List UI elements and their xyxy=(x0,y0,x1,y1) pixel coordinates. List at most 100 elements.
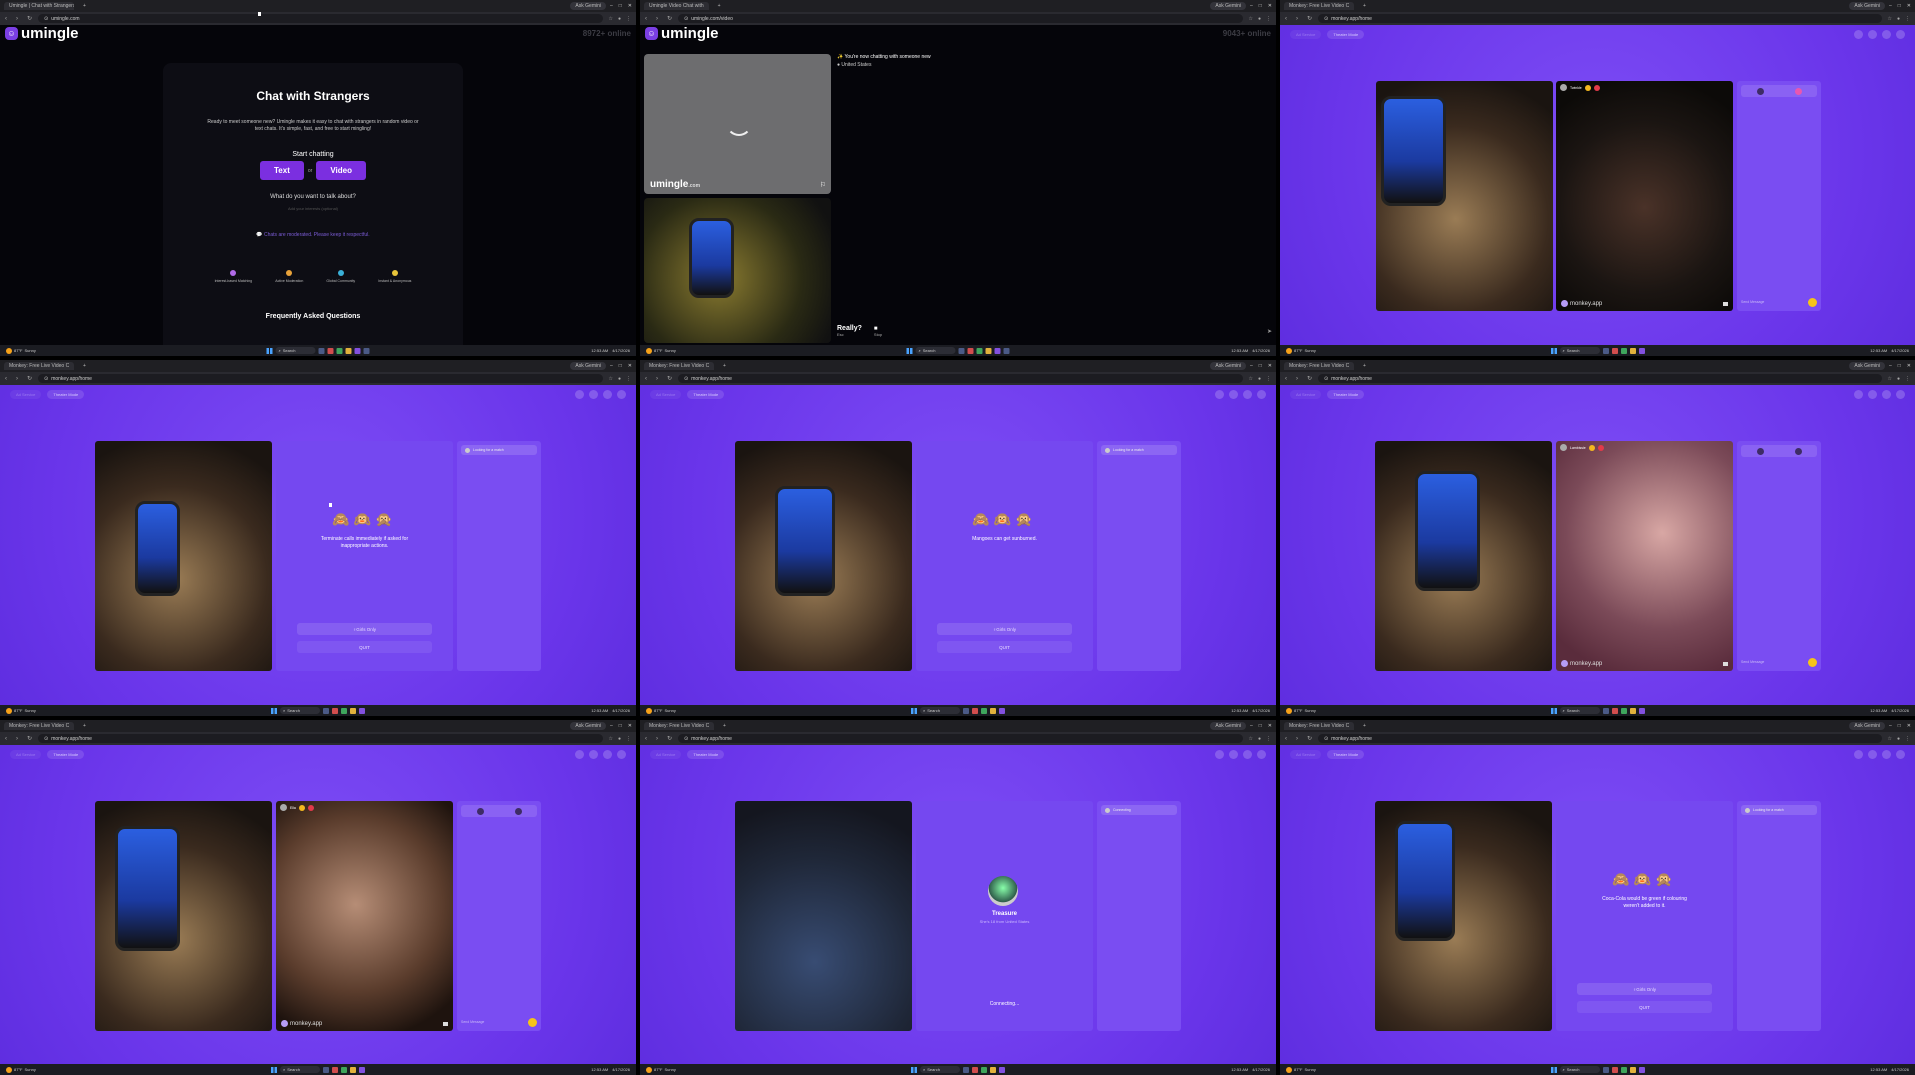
avatar[interactable] xyxy=(617,749,626,759)
app-icon[interactable] xyxy=(972,1066,978,1073)
tray-time[interactable]: 12:53 AM xyxy=(1870,708,1887,713)
avatar[interactable] xyxy=(1794,447,1802,455)
message-input[interactable]: Send Message xyxy=(461,1017,537,1027)
avatar[interactable] xyxy=(1896,749,1905,759)
app-icon[interactable] xyxy=(963,1066,969,1073)
weather-widget[interactable]: 87°F Sunny xyxy=(6,347,36,354)
taskbar-search[interactable]: ⌕ Search xyxy=(280,707,320,714)
back-icon[interactable]: ‹ xyxy=(5,16,11,22)
window-controls[interactable]: – □ ✕ xyxy=(610,723,632,729)
minimize-icon[interactable]: – xyxy=(1250,363,1253,369)
address-bar[interactable]: ⊙ monkey.app/home xyxy=(1318,14,1883,23)
app-icon[interactable] xyxy=(963,707,969,714)
report-flag-icon[interactable]: ⚐ xyxy=(820,181,826,189)
site-info-icon[interactable]: ⊙ xyxy=(684,16,688,22)
tray-date[interactable]: 4/17/2026 xyxy=(1252,708,1270,713)
weather-widget[interactable]: 87°F Sunny xyxy=(1286,1066,1316,1073)
address-bar[interactable]: ⊙ monkey.app/home xyxy=(38,734,604,743)
close-icon[interactable]: ✕ xyxy=(628,3,632,9)
ask-gemini-button[interactable]: Ask Gemini xyxy=(570,362,606,370)
theater-mode-button[interactable]: Theater Mode xyxy=(1327,29,1365,39)
menu-icon[interactable]: ⋮ xyxy=(1905,376,1910,382)
app-icon[interactable] xyxy=(1629,347,1636,354)
taskbar-search[interactable]: ⌕ Search xyxy=(275,347,316,354)
profile-icon[interactable]: ● xyxy=(1258,16,1261,22)
taskbar-search[interactable]: ⌕ Search xyxy=(920,707,960,714)
tray-time[interactable]: 12:53 AM xyxy=(1870,1067,1887,1072)
coin-icon[interactable] xyxy=(1854,389,1863,399)
forward-icon[interactable]: › xyxy=(656,736,662,742)
ask-gemini-button[interactable]: Ask Gemini xyxy=(1210,2,1246,10)
umingle-logo-text[interactable]: umingle xyxy=(21,25,79,42)
close-icon[interactable]: ✕ xyxy=(1268,723,1272,729)
app-icon[interactable] xyxy=(350,707,356,714)
reload-icon[interactable]: ↻ xyxy=(667,735,673,742)
profile-icon[interactable]: ● xyxy=(1897,376,1900,382)
windows-start-icon[interactable] xyxy=(906,347,913,354)
app-icon[interactable] xyxy=(1611,347,1618,354)
new-tab-icon[interactable]: + xyxy=(1358,362,1368,370)
tray-time[interactable]: 12:53 AM xyxy=(1231,1067,1248,1072)
app-icon[interactable] xyxy=(363,347,370,354)
ad-service-pill[interactable]: Ad Service xyxy=(10,389,42,399)
forward-icon[interactable]: › xyxy=(16,376,22,382)
minimize-icon[interactable]: – xyxy=(1889,3,1892,9)
weather-widget[interactable]: 87°F Sunny xyxy=(6,1066,36,1073)
bell-icon[interactable] xyxy=(589,749,598,759)
maximize-icon[interactable]: □ xyxy=(619,363,622,369)
menu-icon[interactable]: ⋮ xyxy=(1266,736,1271,742)
emoji-icon[interactable] xyxy=(528,1017,537,1027)
menu-icon[interactable]: ⋮ xyxy=(1266,376,1271,382)
window-controls[interactable]: – □ ✕ xyxy=(1889,3,1911,9)
coin-icon[interactable] xyxy=(575,389,584,399)
window-controls[interactable]: – □ ✕ xyxy=(1250,363,1272,369)
app-icon[interactable] xyxy=(323,1066,329,1073)
theater-mode-button[interactable]: Theater Mode xyxy=(687,749,725,759)
back-icon[interactable]: ‹ xyxy=(645,376,651,382)
back-icon[interactable]: ‹ xyxy=(645,736,651,742)
maximize-icon[interactable]: □ xyxy=(1259,363,1262,369)
minimize-icon[interactable]: – xyxy=(610,723,613,729)
new-tab-icon[interactable]: + xyxy=(1358,722,1368,730)
tray-time[interactable]: 12:53 AM xyxy=(1231,708,1248,713)
bell-icon[interactable] xyxy=(589,389,598,399)
windows-start-icon[interactable] xyxy=(266,347,273,354)
star-icon[interactable]: ☆ xyxy=(608,376,612,382)
site-info-icon[interactable]: ⊙ xyxy=(44,376,48,382)
app-icon[interactable] xyxy=(972,707,978,714)
theater-mode-button[interactable]: Theater Mode xyxy=(1327,749,1365,759)
peer-avatar[interactable] xyxy=(1560,84,1567,91)
tray-date[interactable]: 4/17/2026 xyxy=(612,1067,630,1072)
tray-time[interactable]: 12:53 AM xyxy=(591,348,608,353)
site-info-icon[interactable]: ⊙ xyxy=(44,736,48,742)
reload-icon[interactable]: ↻ xyxy=(667,15,673,22)
maximize-icon[interactable]: □ xyxy=(1259,723,1262,729)
chat-icon[interactable] xyxy=(603,389,612,399)
reload-icon[interactable]: ↻ xyxy=(667,375,673,382)
taskbar-search[interactable]: ⌕ Search xyxy=(915,347,956,354)
ask-gemini-button[interactable]: Ask Gemini xyxy=(1849,362,1885,370)
quit-button[interactable]: QUIT xyxy=(1577,1001,1712,1013)
weather-widget[interactable]: 87°F Sunny xyxy=(646,347,676,354)
browser-tab[interactable]: Monkey: Free Live Video C xyxy=(1284,362,1354,370)
browser-tab[interactable]: Monkey: Free Live Video C xyxy=(4,362,74,370)
menu-icon[interactable]: ⋮ xyxy=(1905,16,1910,22)
tray-time[interactable]: 12:53 AM xyxy=(591,708,608,713)
message-input[interactable]: Send Message xyxy=(1741,657,1817,667)
ad-service-pill[interactable]: Ad Service xyxy=(10,749,42,759)
report-icon[interactable] xyxy=(1723,662,1728,666)
girls-only-button[interactable]: ♀ Girls Only xyxy=(297,623,432,635)
app-icon[interactable] xyxy=(990,707,996,714)
app-icon[interactable] xyxy=(327,347,334,354)
address-bar[interactable]: ⊙ monkey.app/home xyxy=(1318,734,1883,743)
bell-icon[interactable] xyxy=(1868,29,1877,39)
app-icon[interactable] xyxy=(958,347,965,354)
coin-icon[interactable] xyxy=(1215,389,1224,399)
chat-icon[interactable] xyxy=(1243,749,1252,759)
ask-gemini-button[interactable]: Ask Gemini xyxy=(570,2,606,10)
maximize-icon[interactable]: □ xyxy=(1898,3,1901,9)
site-info-icon[interactable]: ⊙ xyxy=(1324,736,1328,742)
avatar[interactable] xyxy=(1896,389,1905,399)
windows-start-icon[interactable] xyxy=(1550,707,1557,714)
forward-icon[interactable]: › xyxy=(1296,376,1302,382)
